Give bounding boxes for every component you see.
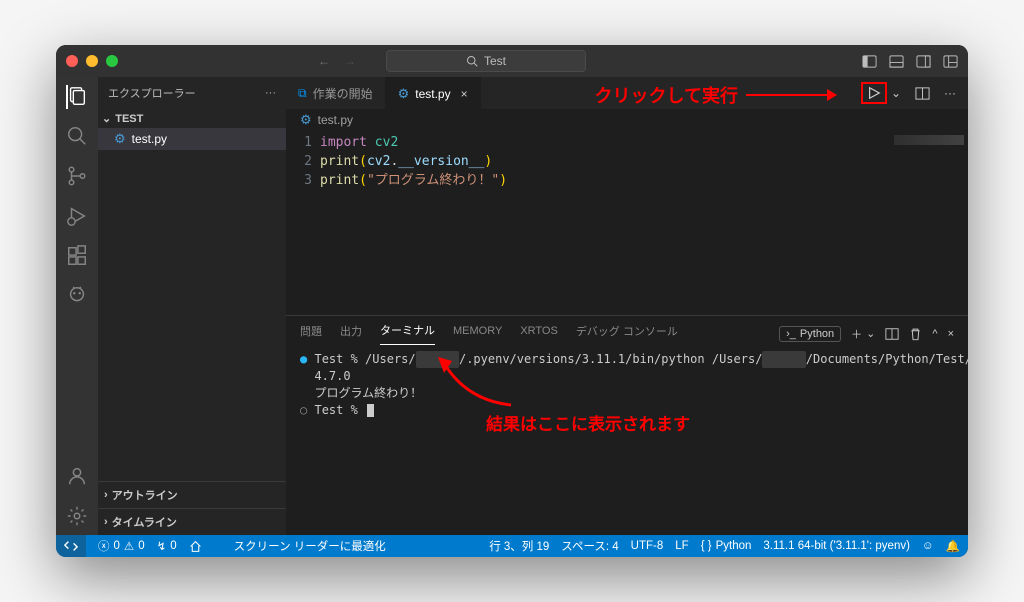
arrow-right-icon (746, 94, 836, 96)
panel-tabs: 問題 出力 ターミナル MEMORY XRTOS デバッグ コンソール ›_ P… (286, 316, 968, 345)
chevron-right-icon: › (104, 516, 108, 528)
panel-tab-problems[interactable]: 問題 (300, 323, 322, 345)
file-label: test.py (132, 132, 167, 146)
status-home-icon[interactable] (189, 540, 202, 553)
activity-explorer-icon[interactable] (66, 85, 88, 107)
titlebar: ← → Test (56, 45, 968, 77)
editor-body: エクスプローラー ··· ⌄ TEST ⚙ test.py › アウトライン ›… (56, 77, 968, 535)
panel-close-icon[interactable]: × (948, 328, 954, 340)
layout-sidebar-left-icon[interactable] (862, 54, 877, 69)
command-center-search[interactable]: Test (386, 50, 586, 72)
activity-run-debug-icon[interactable] (66, 205, 88, 227)
status-feedback-icon[interactable]: ☺ (922, 540, 934, 552)
status-interpreter[interactable]: 3.11.1 64-bit ('3.11.1': pyenv) (763, 540, 910, 552)
remote-indicator[interactable] (56, 535, 86, 557)
layout-panel-bottom-icon[interactable] (889, 54, 904, 69)
panel-tab-terminal[interactable]: ターミナル (380, 322, 435, 345)
terminal-content[interactable]: ● Test % /Users/xxxxxx/.pyenv/versions/3… (286, 345, 968, 535)
terminal-kind[interactable]: ›_ Python (779, 326, 841, 342)
window-traffic-lights (66, 55, 118, 67)
split-editor-icon[interactable] (915, 86, 930, 101)
window-close-button[interactable] (66, 55, 78, 67)
layout-sidebar-right-icon[interactable] (916, 54, 931, 69)
project-name: TEST (115, 113, 143, 125)
status-ports[interactable]: ↯0 (157, 539, 177, 553)
timeline-label: タイムライン (112, 514, 177, 530)
annotation-result: 結果はここに表示されます (486, 410, 690, 435)
nav-back-icon[interactable]: ← (318, 54, 330, 68)
explorer-title: エクスプローラー (108, 85, 196, 101)
play-icon (867, 86, 881, 100)
tab-testpy[interactable]: ⚙ test.py × (386, 77, 481, 109)
activity-platformio-icon[interactable] (66, 285, 88, 307)
nav-forward-icon[interactable]: → (344, 54, 356, 68)
tab-more-icon[interactable]: ··· (944, 86, 956, 100)
explorer-header: エクスプローラー ··· (98, 77, 286, 109)
activity-extensions-icon[interactable] (66, 245, 88, 267)
window-maximize-button[interactable] (106, 55, 118, 67)
status-eol[interactable]: LF (675, 540, 688, 552)
chevron-down-icon: ⌄ (102, 112, 111, 125)
line-gutter: 123 (286, 131, 320, 315)
search-label: Test (484, 54, 506, 68)
python-file-icon: ⚙ (300, 112, 312, 128)
terminal-add-icon[interactable]: ＋ (851, 326, 862, 342)
terminal-trash-icon[interactable] (909, 327, 922, 341)
activity-account-icon[interactable] (66, 465, 88, 487)
activity-bar (56, 77, 98, 535)
panel-maximize-icon[interactable]: ^ (932, 328, 937, 340)
editor-main: ⧉ 作業の開始 ⚙ test.py × ⌄ ··· (286, 77, 968, 535)
minimap[interactable] (894, 135, 964, 145)
status-notifications-icon[interactable]: 🔔 (946, 539, 960, 553)
explorer-more-icon[interactable]: ··· (265, 87, 276, 99)
terminal-add-dropdown-icon[interactable]: ⌄ (866, 327, 875, 340)
status-lang[interactable]: { } Python (701, 540, 752, 552)
panel-tab-memory[interactable]: MEMORY (453, 325, 502, 343)
activity-source-control-icon[interactable] (66, 165, 88, 187)
run-button[interactable] (861, 82, 887, 104)
status-linecol[interactable]: 行 3、列 19 (489, 538, 549, 554)
tab-close-icon[interactable]: × (461, 87, 468, 101)
panel-tab-xrtos[interactable]: XRTOS (520, 325, 558, 343)
layout-customize-icon[interactable] (943, 54, 958, 69)
run-dropdown-icon[interactable]: ⌄ (891, 86, 901, 100)
explorer-project-section[interactable]: ⌄ TEST (98, 109, 286, 128)
breadcrumb-file: test.py (318, 113, 353, 127)
python-file-icon: ⚙ (114, 131, 126, 147)
status-errors[interactable]: ⓧ0 ⚠0 (98, 538, 145, 554)
breadcrumb[interactable]: ⚙ test.py (286, 109, 968, 131)
timeline-section[interactable]: › タイムライン (98, 508, 286, 535)
terminal-split-icon[interactable] (885, 327, 899, 341)
panel-tab-output[interactable]: 出力 (340, 323, 362, 345)
code-content: import cv2 print(cv2.__version__) print(… (320, 131, 507, 315)
annotation-click-to-run: クリックして実行 (595, 82, 836, 108)
explorer-sidebar: エクスプローラー ··· ⌄ TEST ⚙ test.py › アウトライン ›… (98, 77, 286, 535)
outline-label: アウトライン (112, 487, 178, 503)
status-bar: ⓧ0 ⚠0 ↯0 スクリーン リーダーに最適化 行 3、列 19 スペース: 4… (56, 535, 968, 557)
code-editor[interactable]: 123 import cv2 print(cv2.__version__) pr… (286, 131, 968, 315)
status-screenreader[interactable]: スクリーン リーダーに最適化 (234, 538, 386, 554)
window-minimize-button[interactable] (86, 55, 98, 67)
tab-testpy-label: test.py (415, 87, 450, 101)
outline-section[interactable]: › アウトライン (98, 481, 286, 508)
status-spaces[interactable]: スペース: 4 (561, 538, 618, 554)
tab-welcome[interactable]: ⧉ 作業の開始 (286, 77, 386, 109)
terminal-kind-prefix: ›_ (786, 328, 796, 340)
panel-tab-debug[interactable]: デバッグ コンソール (576, 323, 678, 345)
vscode-icon: ⧉ (298, 86, 307, 101)
vscode-window: ← → Test (56, 45, 968, 557)
search-icon (466, 55, 478, 67)
activity-search-icon[interactable] (66, 125, 88, 147)
file-item-testpy[interactable]: ⚙ test.py (98, 128, 286, 150)
terminal-cursor (367, 404, 374, 417)
status-encoding[interactable]: UTF-8 (631, 540, 664, 552)
chevron-right-icon: › (104, 489, 108, 501)
remote-icon (64, 539, 78, 553)
activity-settings-icon[interactable] (66, 505, 88, 527)
tab-welcome-label: 作業の開始 (313, 85, 373, 102)
python-file-icon: ⚙ (398, 86, 410, 102)
